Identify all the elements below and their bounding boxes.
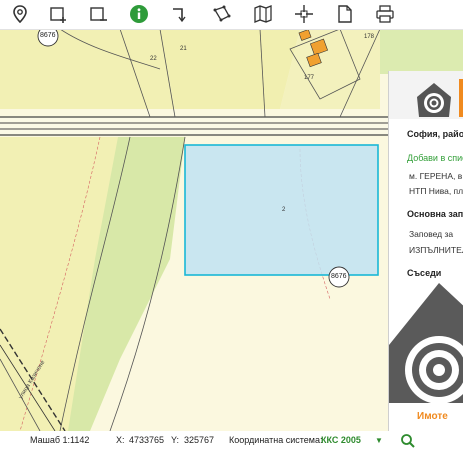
parcel-id-label: 8676	[331, 273, 347, 280]
crosshair-icon[interactable]	[292, 3, 316, 25]
brand-accent-bar	[459, 79, 463, 117]
scale-value: 1142	[70, 435, 90, 445]
info-icon[interactable]	[127, 3, 151, 25]
remove-rectangle-icon[interactable]	[86, 3, 110, 25]
polygon-icon[interactable]	[210, 3, 234, 25]
coordinate-system-select[interactable]: ККС 2005	[321, 435, 361, 445]
imoteka-logo-icon	[417, 83, 451, 117]
y-coordinate-label: Y:	[171, 435, 180, 445]
property-usage-line: НТП Нива, пл	[409, 186, 463, 196]
add-rectangle-icon[interactable]	[46, 3, 70, 25]
turn-arrow-icon[interactable]	[167, 3, 191, 25]
search-icon[interactable]	[400, 433, 416, 449]
document-icon[interactable]	[333, 3, 357, 25]
info-panel: София, райо Добави в спис м. ГЕРЕНА, в Н…	[388, 71, 463, 431]
map-icon[interactable]	[251, 3, 275, 25]
parcel-number-label: 178	[364, 34, 375, 40]
location-pin-icon[interactable]	[8, 3, 32, 25]
parcel-number-label: 2	[282, 207, 286, 213]
executor-line: ИЗПЪЛНИТЕЛ	[409, 245, 463, 255]
parcel-id-label: 8676	[40, 32, 56, 39]
chevron-down-icon[interactable]: ▼	[375, 436, 383, 445]
main-record-heading: Основна зап	[407, 209, 463, 219]
parcel-number-label: 21	[180, 46, 187, 52]
parcel-number-label: 177	[304, 75, 315, 81]
brand-name: Имоте	[417, 411, 448, 422]
scale-label: Машаб 1:	[30, 435, 70, 445]
toolbar	[0, 0, 463, 30]
x-coordinate-label: X:	[116, 435, 125, 445]
property-location-line: м. ГЕРЕНА, в	[409, 171, 463, 181]
property-title: София, райо	[407, 129, 463, 139]
status-bar: Машаб 1: 1142 X: 4733765 Y: 325767 Коорд…	[0, 431, 463, 451]
imoteka-large-logo-icon	[389, 283, 463, 425]
add-to-list-link[interactable]: Добави в спис	[407, 153, 463, 163]
panel-header	[389, 71, 463, 119]
parcel-number-label: 22	[150, 56, 157, 62]
x-coordinate-value: 4733765	[129, 435, 165, 445]
order-line: Заповед за	[409, 229, 454, 239]
y-coordinate-value: 325767	[184, 435, 215, 445]
print-icon[interactable]	[373, 3, 397, 25]
coordinate-system-label: Координатна система:	[229, 435, 323, 445]
